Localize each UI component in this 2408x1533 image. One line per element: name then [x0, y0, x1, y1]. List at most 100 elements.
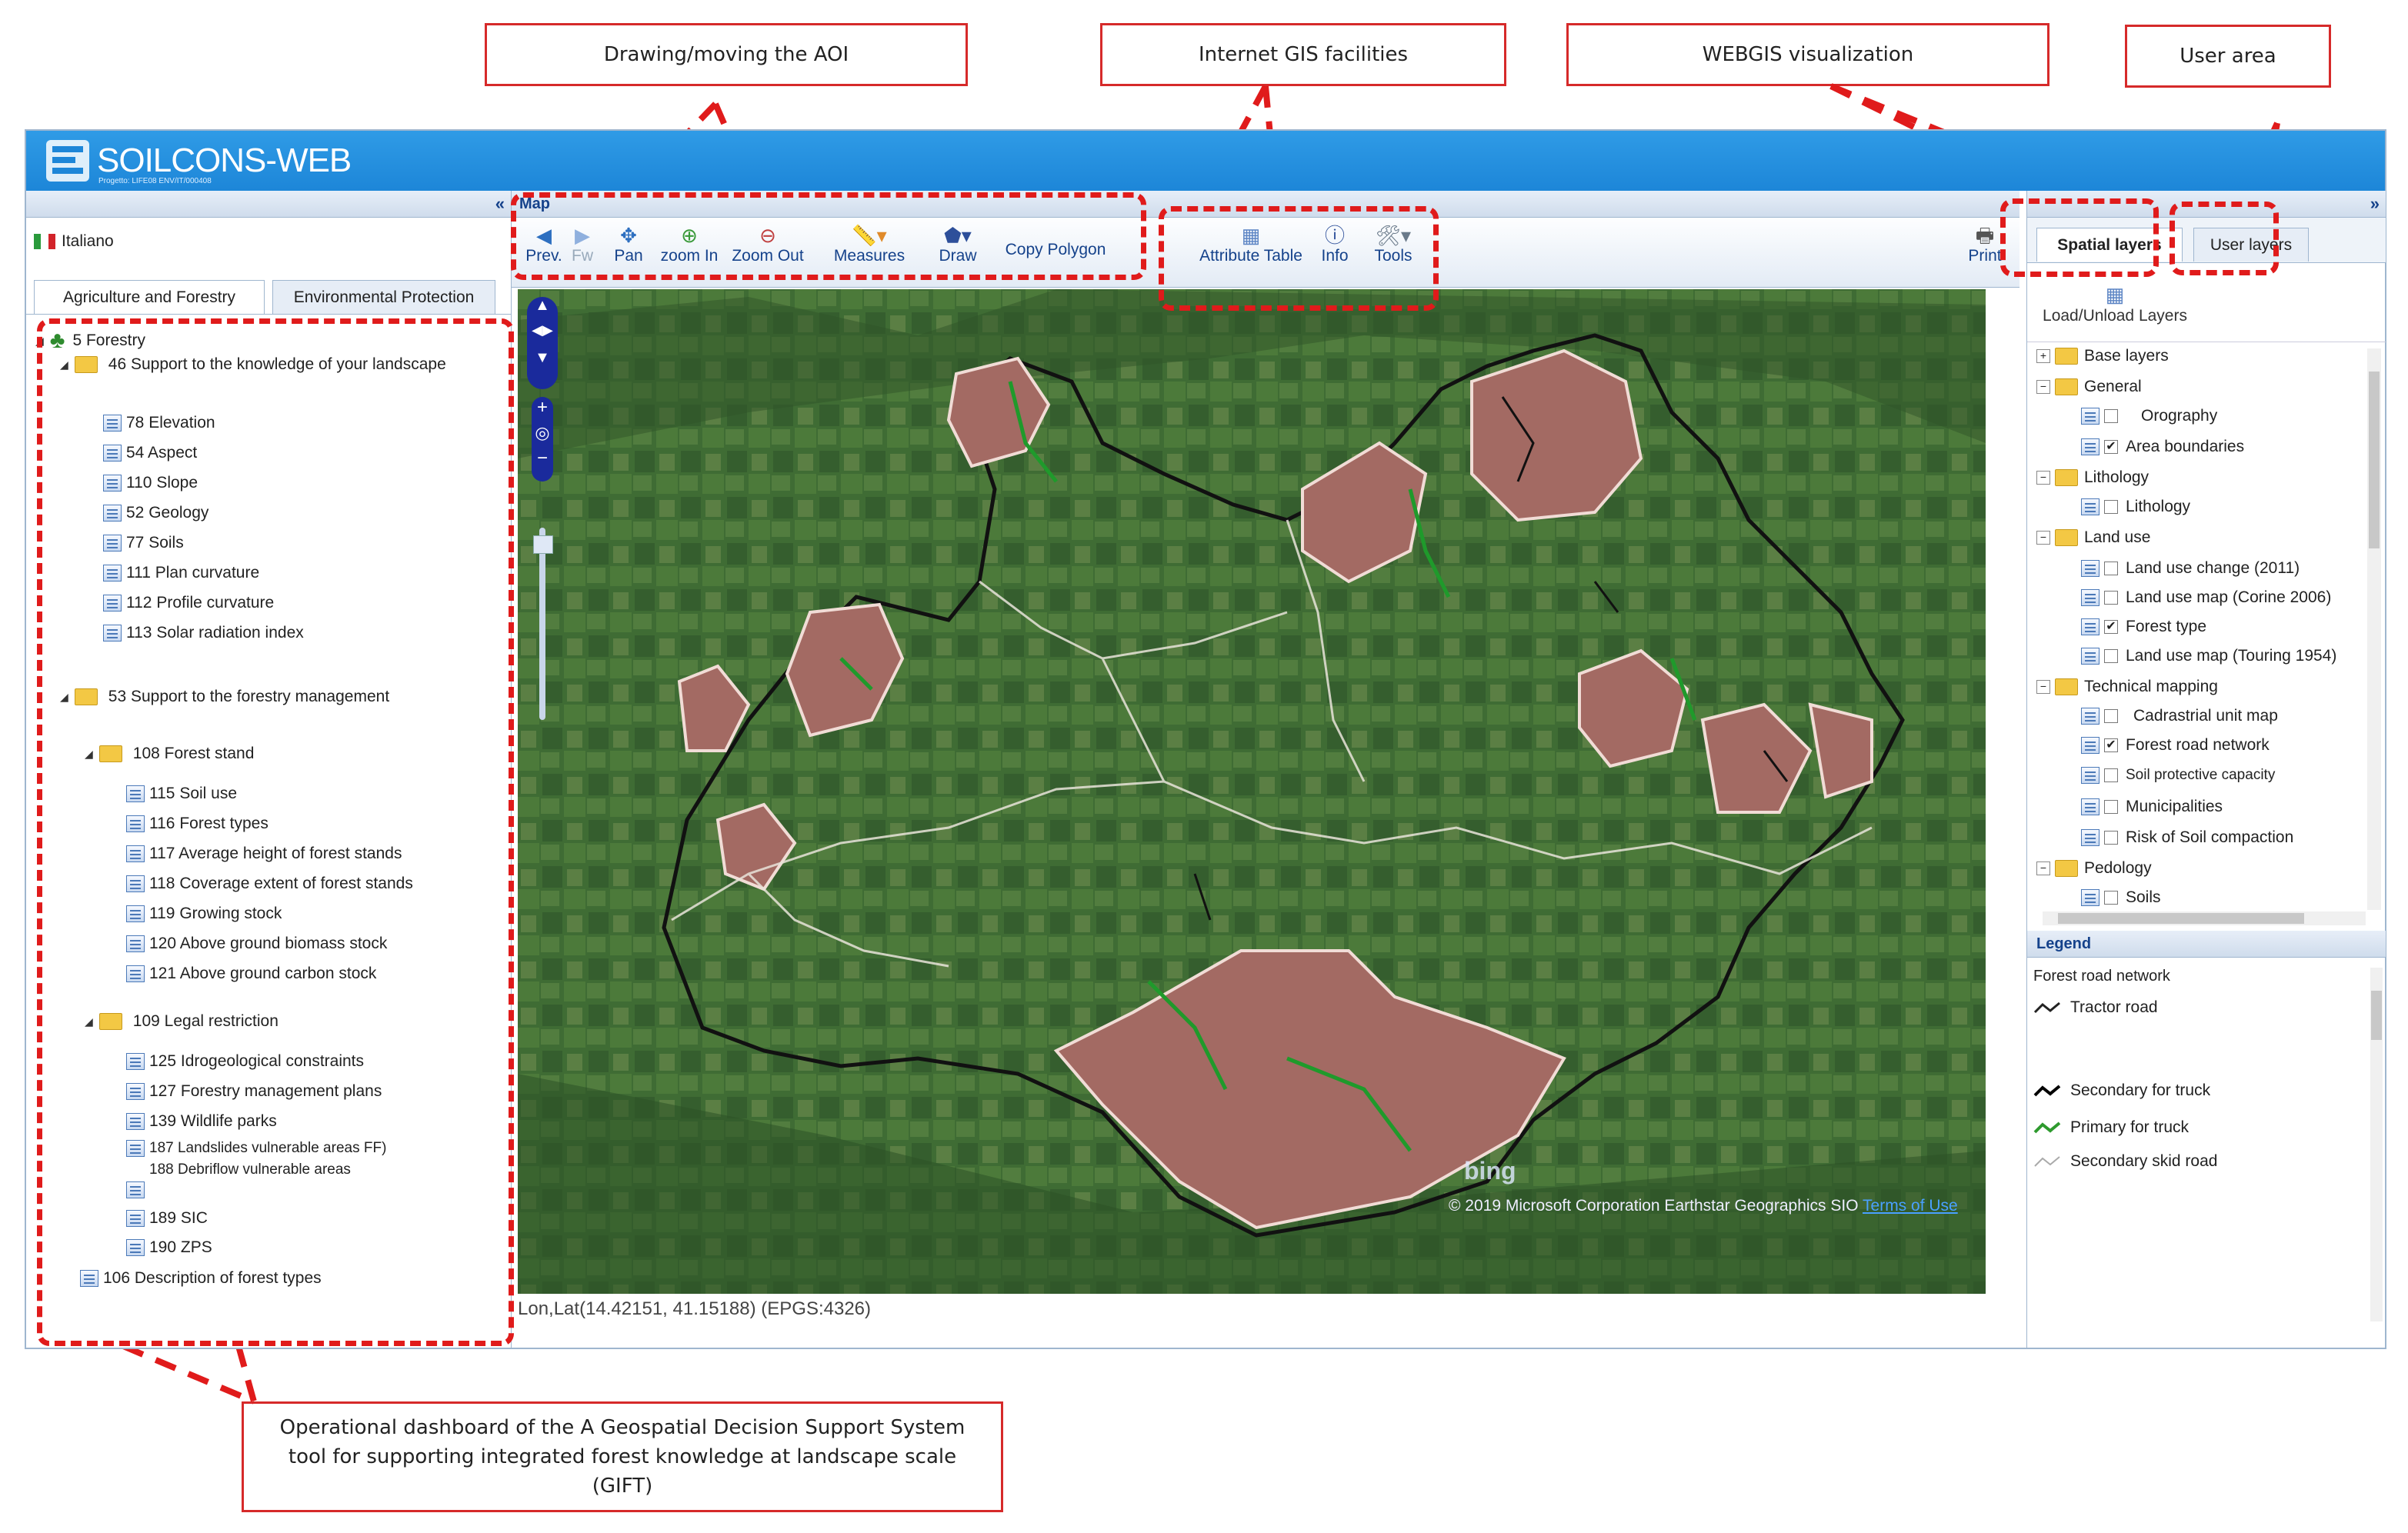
layer-land-use-touring[interactable]: Land use map (Touring 1954) — [2081, 647, 2336, 665]
layer-tree-vscrollbar[interactable] — [2367, 348, 2381, 910]
layer-risk-soil-compaction[interactable]: Risk of Soil compaction — [2081, 828, 2293, 847]
layer-municipalities[interactable]: Municipalities — [2081, 798, 2223, 816]
legend-vscrollbar[interactable] — [2370, 968, 2383, 1321]
layer-tree-hscrollbar[interactable] — [2043, 911, 2366, 925]
layer-forest-type[interactable]: ✔ Forest type — [2081, 618, 2206, 636]
folder-icon — [2055, 529, 2078, 546]
layer-soil-protective[interactable]: Soil protective capacity — [2081, 767, 2275, 784]
layer-checkbox[interactable] — [2104, 562, 2118, 575]
folder-icon — [2055, 348, 2078, 365]
app-subtitle: Progetto: LIFE08 ENV/IT/000408 — [98, 177, 212, 185]
layer-checkbox[interactable] — [2104, 831, 2118, 845]
layer-soils[interactable]: Soils — [2081, 888, 2161, 907]
legend-scroll-thumb[interactable] — [2371, 991, 2382, 1040]
folder-icon — [2055, 860, 2078, 877]
layer-group-pedology[interactable]: − Pedology — [2036, 859, 2152, 878]
layer-icon — [2081, 408, 2099, 425]
layer-area-boundaries[interactable]: ✔ Area boundaries — [2081, 438, 2244, 456]
layer-checkbox-checked[interactable]: ✔ — [2104, 620, 2118, 634]
left-panel-header: « — [26, 191, 511, 218]
tab-environmental-protection[interactable]: Environmental Protection — [272, 280, 495, 314]
legend-item-primary-truck: Primary for truck — [2033, 1118, 2189, 1137]
legend-panel: Legend Forest road network Tractor road … — [2027, 931, 2386, 1346]
layer-switcher-tree: + Base layers − General Orography ✔ Area bo… — [2027, 342, 2386, 931]
layer-icon — [2081, 618, 2099, 635]
load-unload-layers-button[interactable]: ▦ Load/Unload Layers — [2038, 283, 2192, 325]
layer-land-use-change[interactable]: Land use change (2011) — [2081, 559, 2300, 578]
layers-table-icon: ▦ — [2105, 283, 2125, 306]
bing-logo: bing — [1464, 1157, 1516, 1185]
layer-group-base[interactable]: + Base layers — [2036, 347, 2169, 365]
layer-land-use-corine[interactable]: Land use map (Corine 2006) — [2081, 588, 2331, 607]
legend-layer-title: Forest road network — [2033, 968, 2170, 985]
layer-icon — [2081, 798, 2099, 815]
italy-flag-icon — [34, 234, 55, 249]
pan-control[interactable]: ▲ ◀▶ ▼ — [527, 297, 558, 389]
layer-checkbox[interactable] — [2104, 800, 2118, 814]
collapse-icon[interactable]: − — [2036, 861, 2050, 875]
layer-icon — [2081, 767, 2099, 784]
layer-checkbox-checked[interactable]: ✔ — [2104, 440, 2118, 454]
layer-checkbox[interactable] — [2104, 649, 2118, 663]
logo-icon — [46, 140, 89, 182]
zoom-slider[interactable] — [533, 528, 553, 720]
terms-of-use-link[interactable]: Terms of Use — [1863, 1197, 1958, 1215]
collapse-right-icon[interactable]: » — [2370, 194, 2380, 214]
app-title: SOILCONS-WEB — [97, 142, 352, 179]
layer-tree-scroll-thumb[interactable] — [2369, 372, 2380, 548]
map-view[interactable]: ▲ ◀▶ ▼ + ◎ − bing © 2019 Microsoft Corpo… — [518, 289, 1986, 1294]
layer-orography[interactable]: Orography — [2081, 407, 2217, 425]
layer-icon — [2081, 498, 2099, 515]
satellite-map — [518, 289, 1986, 1294]
layer-icon — [2081, 708, 2099, 725]
layer-group-lithology[interactable]: − Lithology — [2036, 468, 2149, 487]
zoom-slider-handle[interactable] — [533, 535, 553, 554]
layer-icon — [2081, 438, 2099, 455]
collapse-icon[interactable]: − — [2036, 380, 2050, 394]
layer-checkbox[interactable] — [2104, 500, 2118, 514]
zoom-minus-icon[interactable]: − — [532, 448, 553, 469]
layer-checkbox[interactable] — [2104, 591, 2118, 605]
layer-cadastral[interactable]: Cadrastrial unit map — [2081, 707, 2278, 725]
layer-group-general[interactable]: − General — [2036, 378, 2142, 396]
layer-group-technical[interactable]: − Technical mapping — [2036, 678, 2218, 696]
zoom-control[interactable]: + ◎ − — [532, 397, 553, 482]
layer-icon — [2081, 889, 2099, 906]
highlight-spatial-layers — [2000, 198, 2159, 277]
secondary-truck-symbol — [2033, 1085, 2061, 1097]
layer-lithology[interactable]: Lithology — [2081, 498, 2190, 516]
collapse-icon[interactable]: − — [2036, 680, 2050, 694]
header-banner: SOILCONS-WEB Progetto: LIFE08 ENV/IT/000… — [26, 131, 2385, 191]
folder-icon — [2055, 678, 2078, 695]
layer-checkbox[interactable] — [2104, 891, 2118, 905]
pan-left-right-icon[interactable]: ◀▶ — [527, 322, 558, 338]
map-attribution: © 2019 Microsoft Corporation Earthstar G… — [1449, 1197, 1958, 1215]
language-selector[interactable]: Italiano — [34, 232, 114, 251]
layer-checkbox[interactable] — [2104, 409, 2118, 423]
tab-agriculture-forestry[interactable]: Agriculture and Forestry — [34, 280, 265, 314]
tractor-road-symbol — [2033, 1001, 2060, 1014]
layer-icon — [2081, 589, 2099, 606]
legend-item-secondary-truck: Secondary for truck — [2033, 1081, 2210, 1100]
secondary-skid-symbol — [2034, 1156, 2060, 1167]
expand-icon[interactable]: + — [2036, 349, 2050, 363]
collapse-icon[interactable]: − — [2036, 531, 2050, 545]
highlight-gis-tools — [1159, 206, 1439, 311]
layer-icon — [2081, 648, 2099, 665]
layer-tree-hscroll-thumb[interactable] — [2058, 913, 2304, 924]
map-panel: Map ◀ Prev. ▶ Fw ✥ Pan ⊕ zoom In ⊖ Zoom Out 📏… — [512, 191, 2019, 1348]
layer-checkbox[interactable] — [2104, 768, 2118, 782]
highlight-dashboard — [37, 318, 514, 1346]
layer-forest-road-network[interactable]: ✔ Forest road network — [2081, 736, 2270, 755]
legend-header: Legend — [2027, 931, 2386, 958]
globe-icon[interactable]: ◎ — [532, 423, 553, 443]
collapse-left-icon[interactable]: « — [495, 194, 505, 214]
zoom-plus-icon[interactable]: + — [532, 397, 553, 418]
layer-checkbox-checked[interactable]: ✔ — [2104, 738, 2118, 752]
pan-up-icon[interactable]: ▲ — [527, 297, 558, 315]
pan-down-icon[interactable]: ▼ — [527, 349, 558, 367]
layer-checkbox[interactable] — [2104, 709, 2118, 723]
highlight-user-layers — [2170, 202, 2279, 275]
layer-group-land-use[interactable]: − Land use — [2036, 528, 2150, 547]
collapse-icon[interactable]: − — [2036, 471, 2050, 485]
